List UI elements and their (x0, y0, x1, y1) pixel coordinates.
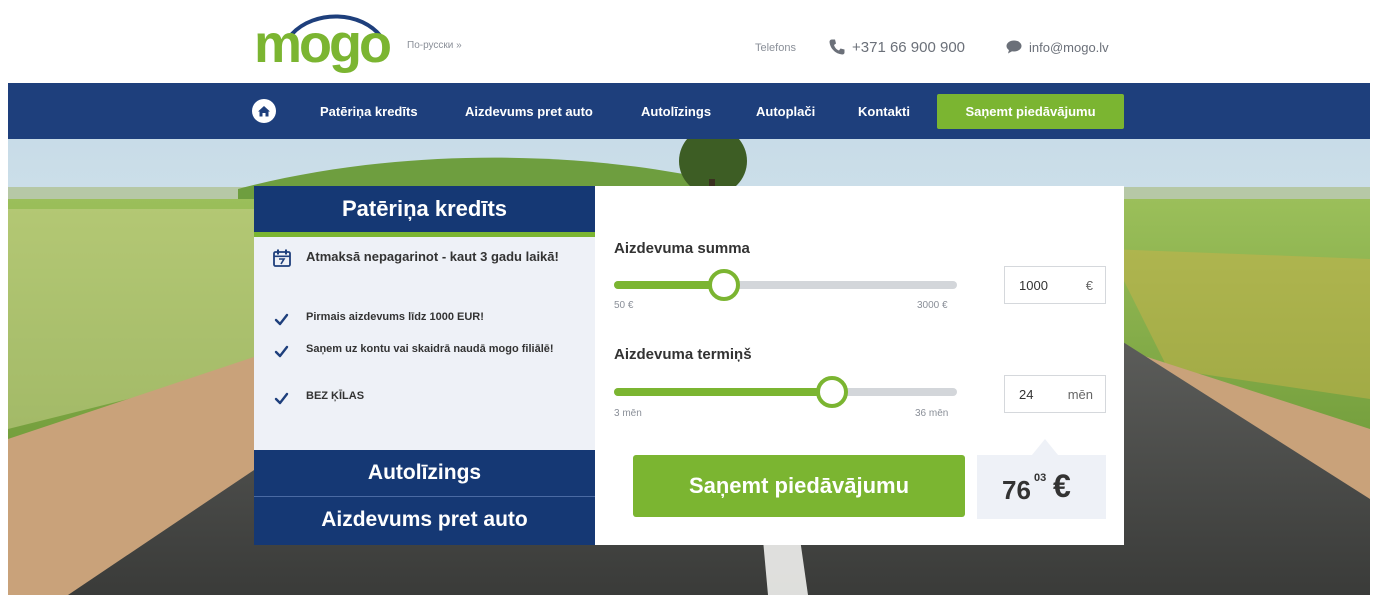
get-offer-button[interactable]: Saņemt piedāvājumu (633, 455, 965, 517)
checkmark-icon (274, 345, 289, 358)
term-max-label: 36 mēn (915, 408, 949, 419)
main-navigation: Patēriņa kredīts Aizdevums pret auto Aut… (8, 83, 1370, 139)
logo-text: mogo (254, 14, 392, 74)
feature-item: BEZ ĶĪLAS (272, 389, 582, 409)
monthly-payment-cents: 03 (1034, 472, 1047, 484)
email-link[interactable]: info@mogo.lv (1029, 40, 1109, 55)
term-slider[interactable] (614, 376, 957, 408)
term-unit: mēn (1067, 387, 1093, 402)
nav-item-contacts[interactable]: Kontakti (858, 104, 910, 119)
product-tab-car-loan[interactable]: Aizdevums pret auto (254, 497, 595, 545)
home-icon[interactable] (252, 99, 276, 123)
title-accent-line (254, 232, 595, 237)
product-tab-car-leasing[interactable]: Autolīzings (254, 450, 595, 496)
nav-item-consumer-credit[interactable]: Patēriņa kredīts (320, 104, 418, 119)
amount-unit: € (1085, 278, 1093, 293)
term-slider-fill (614, 388, 833, 396)
loan-calculator: Aizdevuma summa 50 € 3000 € 1000 € Aizde… (595, 186, 1124, 545)
top-header: mogo По-русски » Telefons +371 66 900 90… (0, 0, 1375, 83)
feature-text: Saņem uz kontu vai skaidrā naudā mogo fi… (306, 343, 554, 355)
feature-item: Saņem uz kontu vai skaidrā naudā mogo fi… (272, 342, 582, 372)
monthly-payment-amount: 76 (1002, 475, 1031, 505)
term-input[interactable]: 24 mēn (1004, 375, 1106, 413)
mogo-logo[interactable]: mogo (252, 8, 392, 76)
amount-min-label: 50 € (614, 300, 634, 311)
phone-number[interactable]: +371 66 900 900 (852, 39, 965, 56)
nav-item-car-market[interactable]: Autoplači (756, 104, 815, 119)
checkmark-icon (274, 392, 289, 405)
term-slider-handle[interactable] (816, 376, 849, 408)
calendar-icon (273, 249, 291, 267)
product-title-consumer-credit[interactable]: Patēriņa kredīts (254, 186, 595, 232)
feature-text: Atmaksā nepagarinot - kaut 3 gadu laikā! (306, 249, 559, 264)
get-offer-nav-button[interactable]: Saņemt piedāvājumu (937, 94, 1124, 129)
amount-slider[interactable] (614, 269, 957, 301)
product-panel: Patēriņa kredīts Atmaksā nepagarinot - k… (254, 186, 609, 545)
feature-item: Pirmais aizdevums līdz 1000 EUR! (272, 310, 582, 330)
nav-item-car-loan[interactable]: Aizdevums pret auto (465, 104, 593, 119)
amount-value: 1000 (1019, 278, 1048, 293)
phone-label: Telefons (755, 42, 796, 54)
monthly-payment-display: 76 03 € (977, 455, 1106, 519)
amount-input[interactable]: 1000 € (1004, 266, 1106, 304)
chat-bubble-icon (1006, 40, 1022, 54)
amount-label: Aizdevuma summa (614, 240, 750, 257)
term-min-label: 3 mēn (614, 408, 642, 419)
feature-item: Atmaksā nepagarinot - kaut 3 gadu laikā! (272, 248, 582, 288)
nav-item-car-leasing[interactable]: Autolīzings (641, 104, 711, 119)
amount-slider-handle[interactable] (708, 269, 741, 301)
phone-icon (829, 39, 845, 55)
feature-text: BEZ ĶĪLAS (306, 390, 365, 402)
term-label: Aizdevuma termiņš (614, 346, 752, 363)
checkmark-icon (274, 313, 289, 326)
term-value: 24 (1019, 387, 1034, 402)
feature-text: Pirmais aizdevums līdz 1000 EUR! (306, 311, 484, 323)
language-switch-link[interactable]: По-русски » (407, 40, 462, 51)
monthly-payment-currency: € (1053, 468, 1071, 504)
amount-max-label: 3000 € (917, 300, 948, 311)
price-pointer (1032, 439, 1058, 455)
